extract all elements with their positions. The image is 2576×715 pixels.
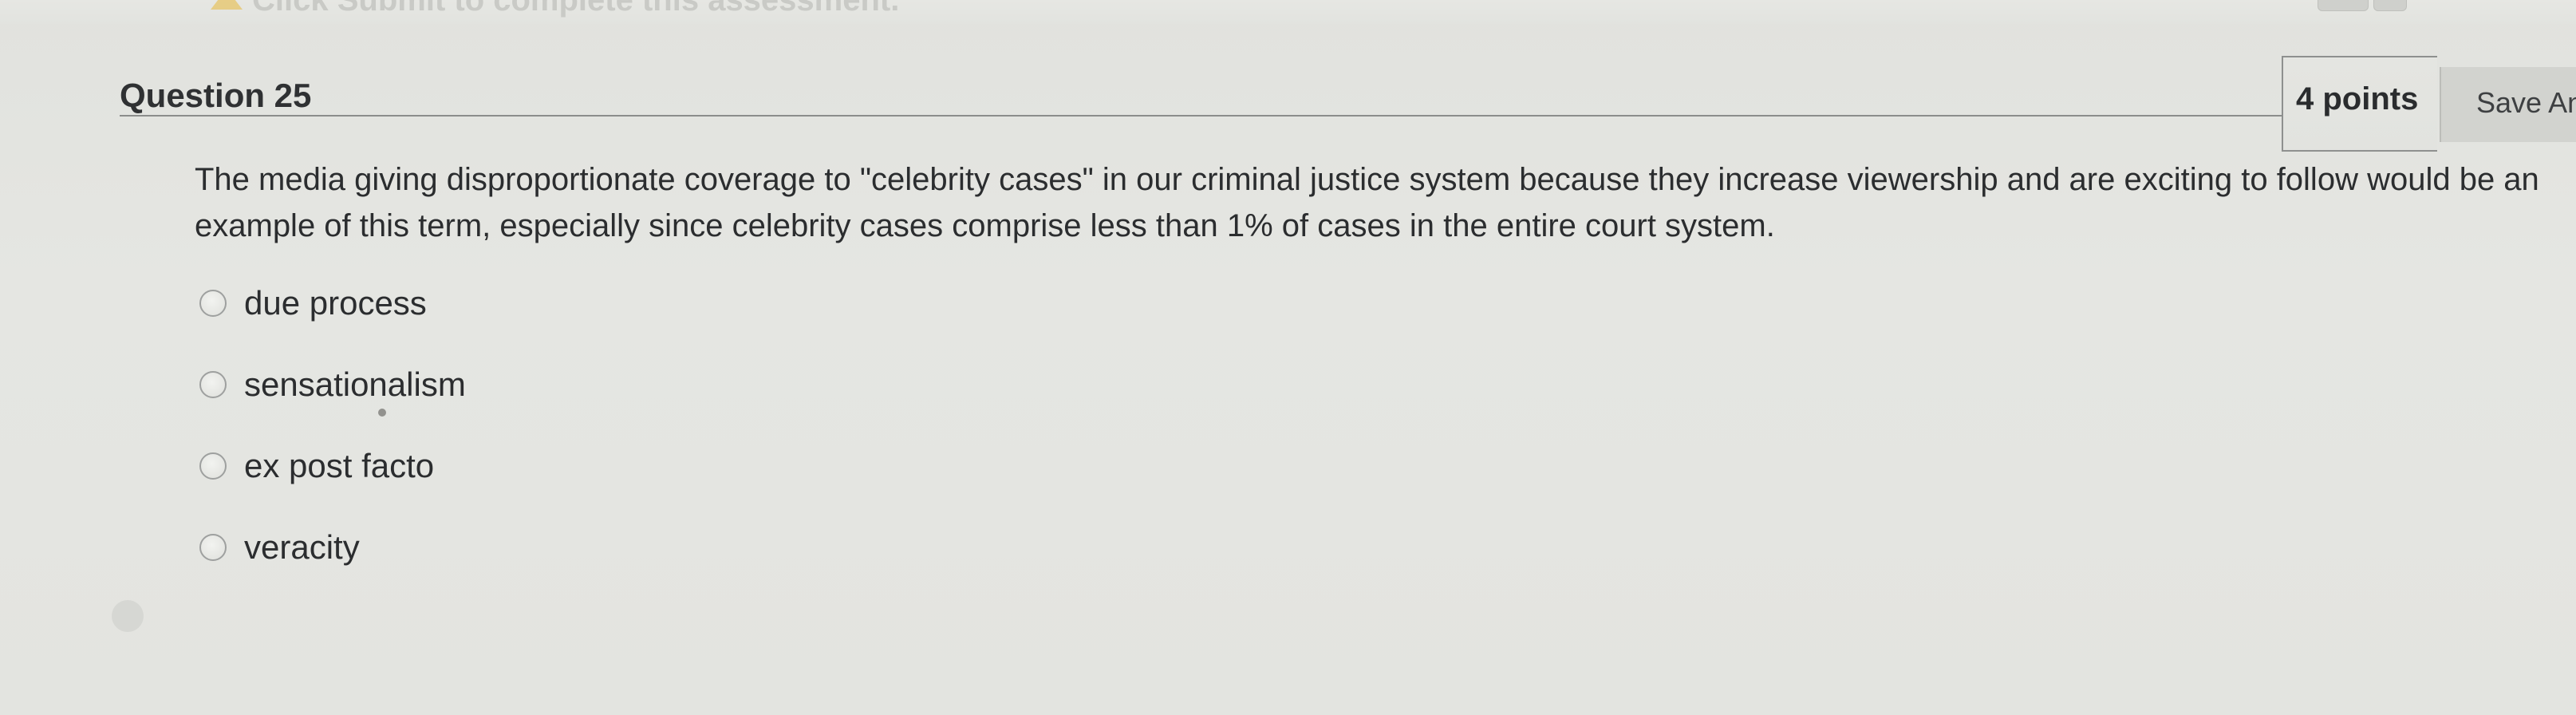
points-box: 4 points: [2282, 56, 2437, 152]
option-label: veracity: [244, 528, 360, 566]
header-divider: [120, 115, 2282, 117]
screen-smudge: [112, 600, 144, 632]
radio-button[interactable]: [199, 290, 227, 317]
option-due-process[interactable]: due process: [199, 279, 427, 327]
question-header: Question 25: [120, 72, 2282, 117]
top-action-button-2[interactable]: [2373, 0, 2407, 11]
instruction-text: Click Submit to complete this assessment…: [252, 0, 900, 18]
question-title: Question 25: [120, 77, 312, 114]
instruction-strip: Click Submit to complete this assessment…: [0, 0, 2576, 24]
warning-triangle-icon: [211, 0, 243, 10]
option-label: ex post facto: [244, 447, 435, 484]
option-veracity[interactable]: veracity: [199, 523, 360, 571]
option-sensationalism[interactable]: sensationalism: [199, 361, 466, 409]
save-answer-button[interactable]: Save Answer: [2440, 67, 2576, 142]
top-action-button[interactable]: [2318, 0, 2369, 11]
radio-button[interactable]: [199, 452, 227, 480]
option-label: due process: [244, 284, 427, 322]
question-prompt: The media giving disproportionate covera…: [195, 162, 2539, 243]
radio-button[interactable]: [199, 371, 227, 398]
option-ex-post-facto[interactable]: ex post facto: [199, 442, 434, 490]
radio-button[interactable]: [199, 534, 227, 561]
screen-speck: [378, 409, 386, 417]
option-label: sensationalism: [244, 365, 466, 403]
save-answer-label: Save Answer: [2476, 86, 2576, 119]
points-value: 4 points: [2296, 81, 2419, 117]
